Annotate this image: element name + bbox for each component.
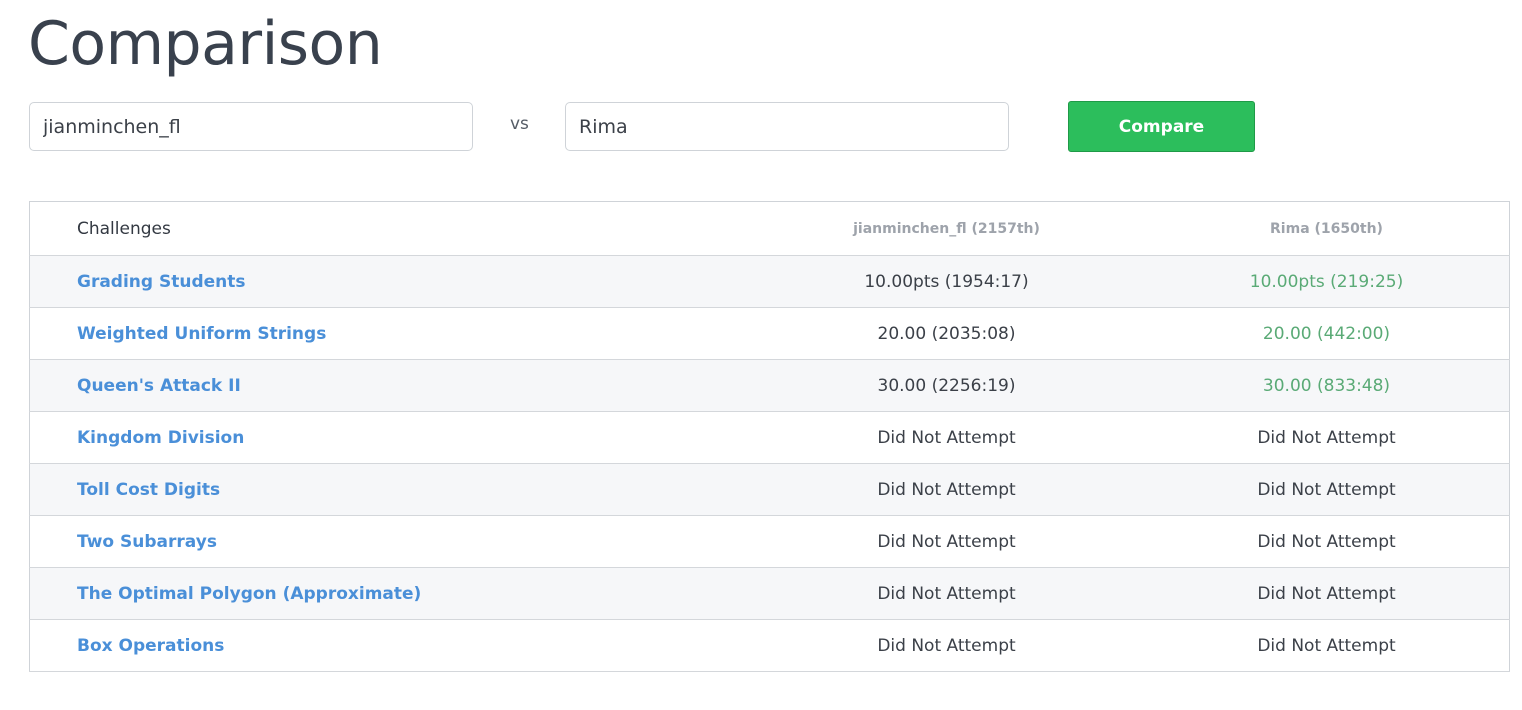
user-a-score: Did Not Attempt bbox=[749, 619, 1144, 672]
challenge-cell: Weighted Uniform Strings bbox=[29, 307, 749, 360]
challenge-cell: The Optimal Polygon (Approximate) bbox=[29, 567, 749, 620]
challenge-link[interactable]: Box Operations bbox=[77, 636, 224, 656]
challenge-link[interactable]: Queen's Attack II bbox=[77, 376, 241, 396]
page-title: Comparison bbox=[28, 9, 383, 79]
challenge-link[interactable]: Two Subarrays bbox=[77, 532, 217, 552]
user-a-score: 20.00 (2035:08) bbox=[749, 307, 1144, 360]
user-b-score: Did Not Attempt bbox=[1144, 463, 1510, 516]
user-a-score: Did Not Attempt bbox=[749, 411, 1144, 464]
user-a-score: Did Not Attempt bbox=[749, 463, 1144, 516]
user-b-score: Did Not Attempt bbox=[1144, 515, 1510, 568]
user-a-score: Did Not Attempt bbox=[749, 515, 1144, 568]
user-b-score: 10.00pts (219:25) bbox=[1144, 255, 1510, 308]
compare-button[interactable]: Compare bbox=[1068, 101, 1255, 152]
user-a-score: 10.00pts (1954:17) bbox=[749, 255, 1144, 308]
user-b-input[interactable] bbox=[565, 102, 1009, 151]
user-a-score: 30.00 (2256:19) bbox=[749, 359, 1144, 412]
challenge-link[interactable]: Kingdom Division bbox=[77, 428, 244, 448]
table-row: Toll Cost Digits Did Not Attempt Did Not… bbox=[29, 463, 1510, 516]
user-b-score: Did Not Attempt bbox=[1144, 619, 1510, 672]
comparison-page: Comparison vs Compare Challenges jianmin… bbox=[0, 0, 1522, 710]
table-row: Kingdom Division Did Not Attempt Did Not… bbox=[29, 411, 1510, 464]
challenge-link[interactable]: Toll Cost Digits bbox=[77, 480, 220, 500]
challenge-cell: Grading Students bbox=[29, 255, 749, 308]
challenge-link[interactable]: Grading Students bbox=[77, 272, 246, 292]
header-user-b: Rima (1650th) bbox=[1144, 201, 1510, 256]
table-row: Queen's Attack II 30.00 (2256:19) 30.00 … bbox=[29, 359, 1510, 412]
table-row: Weighted Uniform Strings 20.00 (2035:08)… bbox=[29, 307, 1510, 360]
comparison-table: Challenges jianminchen_fl (2157th) Rima … bbox=[29, 201, 1510, 672]
challenge-cell: Toll Cost Digits bbox=[29, 463, 749, 516]
table-header-row: Challenges jianminchen_fl (2157th) Rima … bbox=[29, 201, 1510, 256]
header-user-a: jianminchen_fl (2157th) bbox=[749, 201, 1144, 256]
user-a-score: Did Not Attempt bbox=[749, 567, 1144, 620]
challenge-cell: Kingdom Division bbox=[29, 411, 749, 464]
challenge-cell: Box Operations bbox=[29, 619, 749, 672]
user-a-input[interactable] bbox=[29, 102, 473, 151]
table-row: Box Operations Did Not Attempt Did Not A… bbox=[29, 619, 1510, 672]
challenge-cell: Queen's Attack II bbox=[29, 359, 749, 412]
header-challenges: Challenges bbox=[29, 201, 749, 256]
challenge-link[interactable]: Weighted Uniform Strings bbox=[77, 324, 326, 344]
challenge-link[interactable]: The Optimal Polygon (Approximate) bbox=[77, 584, 421, 604]
user-b-score: 20.00 (442:00) bbox=[1144, 307, 1510, 360]
table-row: The Optimal Polygon (Approximate) Did No… bbox=[29, 567, 1510, 620]
table-row: Grading Students 10.00pts (1954:17) 10.0… bbox=[29, 255, 1510, 308]
user-b-score: Did Not Attempt bbox=[1144, 411, 1510, 464]
vs-label: vs bbox=[510, 114, 529, 134]
user-b-score: Did Not Attempt bbox=[1144, 567, 1510, 620]
challenge-cell: Two Subarrays bbox=[29, 515, 749, 568]
user-b-score: 30.00 (833:48) bbox=[1144, 359, 1510, 412]
table-row: Two Subarrays Did Not Attempt Did Not At… bbox=[29, 515, 1510, 568]
